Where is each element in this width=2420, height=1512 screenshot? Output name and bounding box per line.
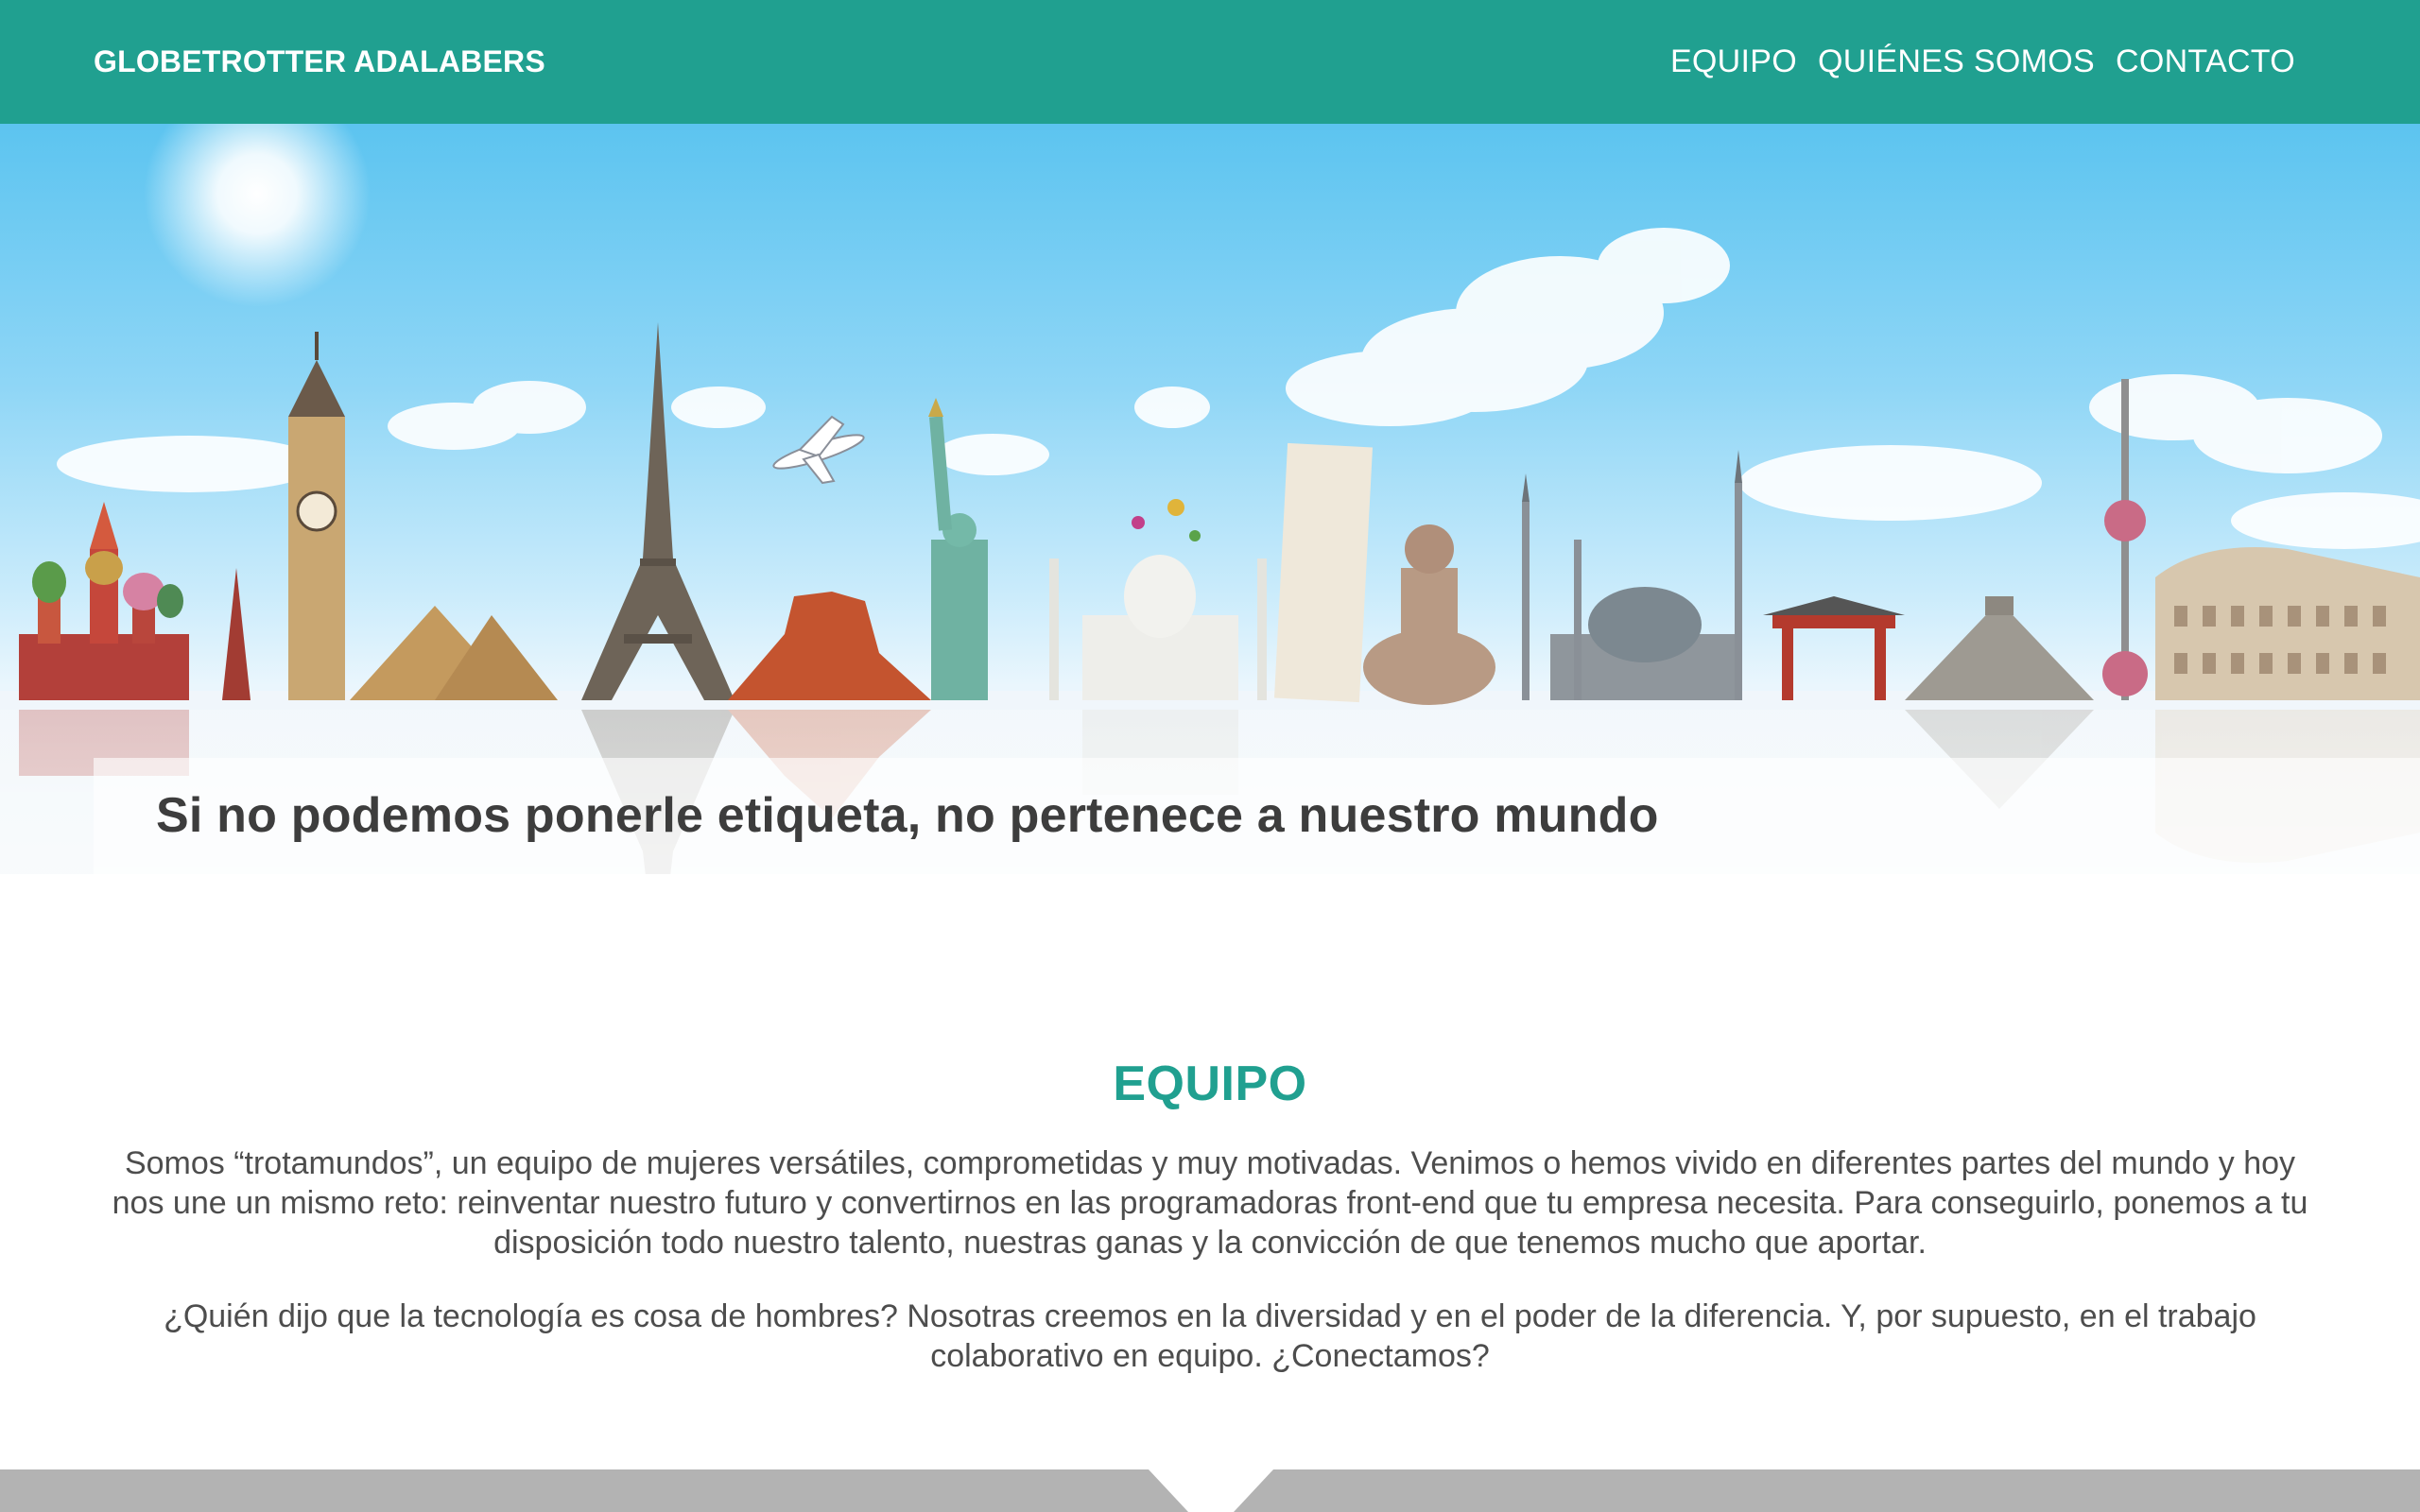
mayan-pyramid-icon — [1905, 596, 2094, 700]
st-basils-cathedral-icon — [19, 502, 251, 700]
colosseum-icon — [2155, 547, 2420, 700]
nav-link-contacto[interactable]: CONTACTO — [2116, 43, 2295, 80]
section-title-equipo: EQUIPO — [1113, 1057, 1307, 1111]
big-ben-icon — [288, 332, 345, 700]
top-navbar: GLOBETROTTER ADALABERS EQUIPO QUIÉNES SO… — [0, 0, 2420, 124]
leaning-tower-of-pisa-icon — [1273, 442, 1374, 703]
monument-valley-icon — [728, 592, 931, 700]
nav-link-equipo[interactable]: EQUIPO — [1670, 43, 1797, 80]
hero-tagline: Si no podemos ponerle etiqueta, no perte… — [156, 788, 1659, 843]
section-divider-strip — [0, 1469, 2420, 1512]
eiffel-tower-icon — [581, 322, 735, 700]
site-logo[interactable]: GLOBETROTTER ADALABERS — [94, 44, 545, 79]
airplane-icon — [772, 415, 865, 485]
team-description-paragraph: Somos “trotamundos”, un equipo de mujere… — [112, 1145, 2308, 1261]
buddha-statue-icon — [1363, 524, 1495, 705]
hero-banner: Si no podemos ponerle etiqueta, no perte… — [0, 124, 2420, 874]
pyramids-icon — [350, 606, 558, 700]
blue-mosque-icon — [1522, 450, 1742, 700]
team-closing-paragraph: ¿Quién dijo que la tecnología es cosa de… — [164, 1298, 2256, 1374]
nav-link-quienes-somos[interactable]: QUIÉNES SOMOS — [1818, 43, 2095, 80]
chinese-gate-icon — [1763, 596, 1905, 700]
taj-mahal-icon — [1049, 555, 1267, 700]
main-nav: EQUIPO QUIÉNES SOMOS CONTACTO — [1670, 43, 2295, 80]
